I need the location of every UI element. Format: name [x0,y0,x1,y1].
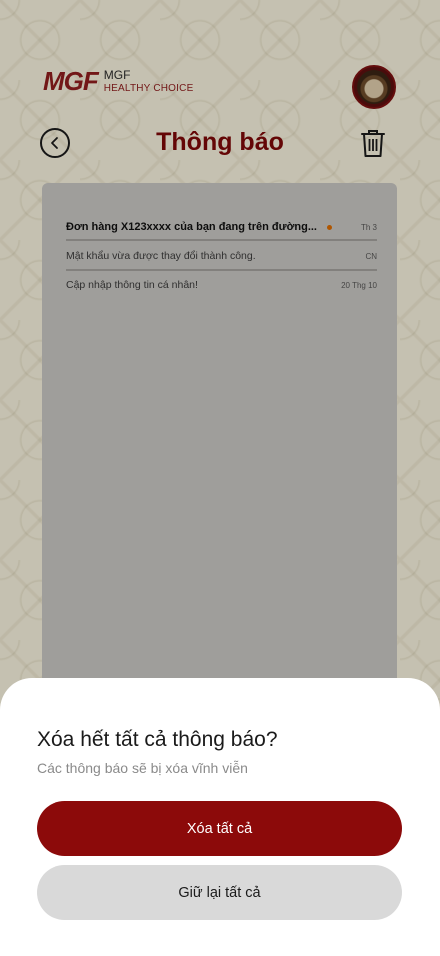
confirm-delete-sheet: Xóa hết tất cả thông báo? Các thông báo … [0,678,440,956]
delete-all-confirm-button[interactable]: Xóa tất cả [37,801,402,856]
keep-all-button[interactable]: Giữ lại tất cả [37,865,402,920]
dialog-subtitle: Các thông báo sẽ bị xóa vĩnh viễn [37,760,248,776]
dialog-title: Xóa hết tất cả thông báo? [37,728,278,751]
